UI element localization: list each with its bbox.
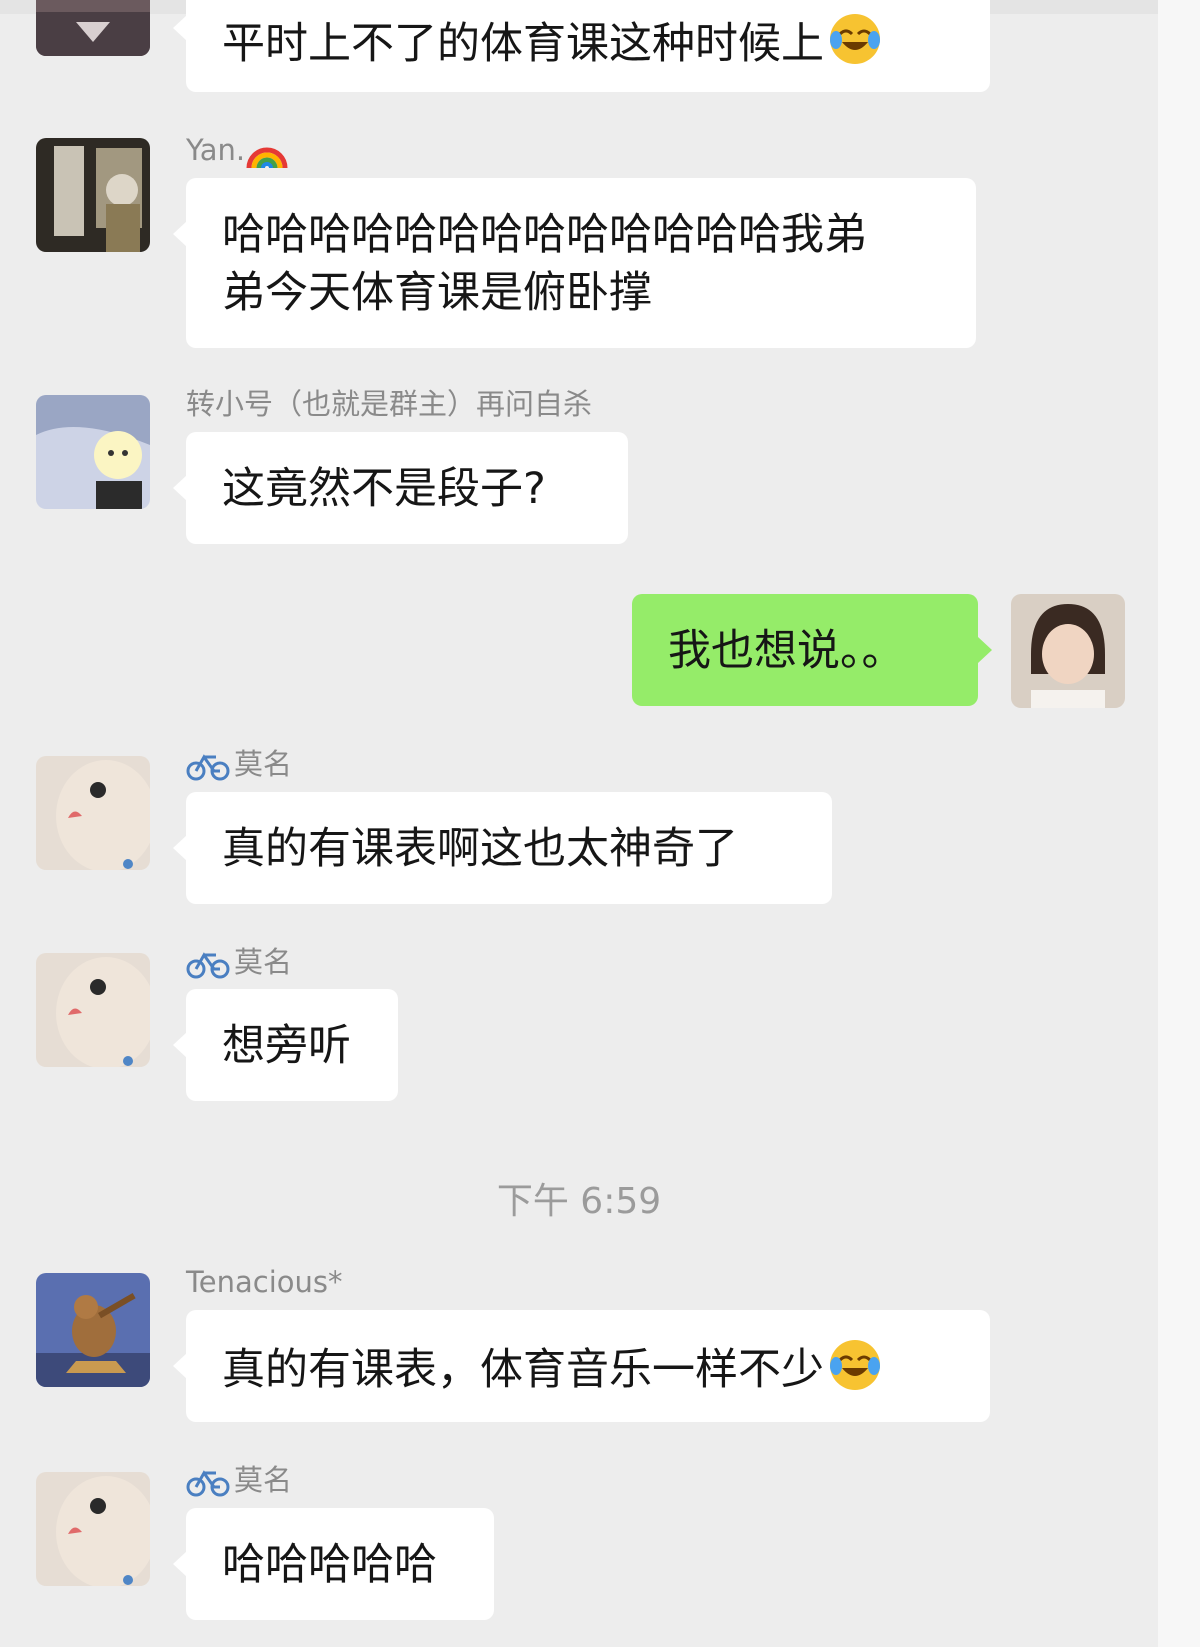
message-bubble[interactable]: 哈哈哈哈哈哈哈哈哈哈哈哈哈我弟 弟今天体育课是俯卧撑 bbox=[173, 178, 976, 348]
message-bubble[interactable]: 这竟然不是段子? bbox=[173, 432, 628, 544]
avatar[interactable] bbox=[36, 1472, 150, 1586]
avatar[interactable] bbox=[36, 1273, 150, 1387]
message-bubble[interactable]: 平时上不了的体育课这种时候上 bbox=[173, 0, 990, 92]
message-bubble[interactable]: 真的有课表啊这也太神奇了 bbox=[173, 792, 832, 904]
sender-name: 莫名 bbox=[186, 750, 292, 781]
sender-name: Tenacious* bbox=[186, 1265, 343, 1299]
message-text: 平时上不了的体育课这种时候上 bbox=[222, 19, 824, 69]
message-text-line: 弟今天体育课是俯卧撑 bbox=[222, 268, 652, 318]
sender-name: 莫名 bbox=[186, 948, 292, 979]
sender-name: Yan. bbox=[186, 132, 293, 172]
bicycle-icon bbox=[186, 754, 230, 781]
message-bubble[interactable]: 真的有课表，体育音乐一样不少 bbox=[173, 1310, 990, 1422]
avatar[interactable] bbox=[36, 756, 150, 870]
scrollbar-track[interactable] bbox=[1158, 0, 1200, 1647]
message-text-line: 哈哈哈哈哈哈哈哈哈哈哈哈哈我弟 bbox=[222, 210, 867, 260]
crying-laughing-emoji-icon bbox=[830, 14, 880, 64]
message-text: 真的有课表，体育音乐一样不少 bbox=[222, 1345, 824, 1395]
bicycle-icon bbox=[186, 952, 230, 979]
avatar[interactable] bbox=[36, 395, 150, 509]
message-text: 我也想说。。 bbox=[668, 626, 905, 676]
my-message-bubble[interactable]: 我也想说。。 bbox=[632, 594, 992, 706]
timestamp: 下午 6:59 bbox=[496, 1181, 662, 1222]
sender-name: 莫名 bbox=[186, 1466, 292, 1497]
message-bubble[interactable]: 想旁听 bbox=[173, 989, 398, 1101]
sender-name: 转小号（也就是群主）再问自杀 bbox=[186, 387, 593, 421]
avatar[interactable] bbox=[36, 138, 150, 252]
message-text: 哈哈哈哈哈 bbox=[222, 1540, 437, 1590]
message-text: 这竟然不是段子? bbox=[222, 464, 546, 514]
message-text: 想旁听 bbox=[222, 1021, 351, 1071]
message-bubble[interactable]: 哈哈哈哈哈 bbox=[173, 1508, 494, 1620]
my-avatar[interactable] bbox=[1011, 594, 1125, 708]
avatar[interactable] bbox=[36, 0, 150, 56]
message-text: 真的有课表啊这也太神奇了 bbox=[222, 824, 738, 874]
avatar[interactable] bbox=[36, 953, 150, 1067]
crying-laughing-emoji-icon bbox=[830, 1340, 880, 1390]
bicycle-icon bbox=[186, 1470, 230, 1497]
rainbow-icon bbox=[246, 147, 288, 169]
